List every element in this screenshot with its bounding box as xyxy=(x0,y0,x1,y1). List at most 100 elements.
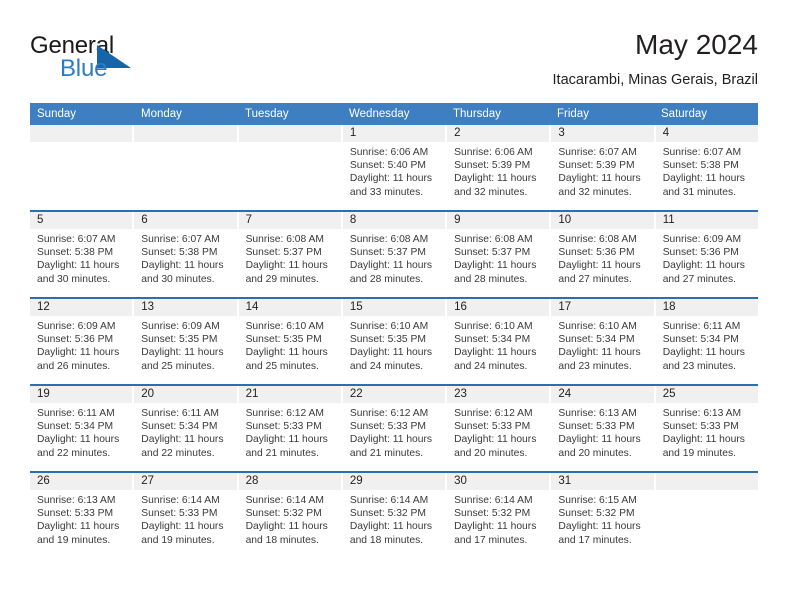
day-sun-info: Sunrise: 6:09 AM Sunset: 5:36 PM Daylight:… xyxy=(30,316,132,373)
day-cell[interactable]: 18 Sunrise: 6:11 AM Sunset: 5:34 PM Dayligh… xyxy=(655,299,758,384)
day-sunrise-text: Sunrise: 6:09 AM xyxy=(37,321,116,332)
day-sunset-text: Sunset: 5:34 PM xyxy=(558,334,635,346)
title-block: May 2024 Itacarambi, Minas Gerais, Brazi… xyxy=(553,28,758,90)
day-daylight1-text: Daylight: 11 hours xyxy=(245,434,328,446)
day-cell[interactable]: 22 Sunrise: 6:12 AM Sunset: 5:33 PM Dayligh… xyxy=(342,386,448,471)
day-cell[interactable]: 3 Sunrise: 6:07 AM Sunset: 5:39 PM Daylight… xyxy=(551,125,656,210)
day-sunrise-text: Sunrise: 6:14 AM xyxy=(454,495,533,506)
day-cell[interactable]: 27 Sunrise: 6:14 AM Sunset: 5:33 PM Dayligh… xyxy=(134,473,239,558)
weekday-header-wednesday: Wednesday xyxy=(349,108,410,120)
day-cell[interactable]: 20 Sunrise: 6:11 AM Sunset: 5:34 PM Dayligh… xyxy=(134,386,239,471)
day-cell[interactable]: 2 Sunrise: 6:06 AM Sunset: 5:39 PM Daylight… xyxy=(447,125,552,210)
day-daylight2-text: and 23 minutes. xyxy=(558,360,632,372)
day-cell[interactable]: 28 Sunrise: 6:14 AM Sunset: 5:32 PM Dayligh… xyxy=(238,473,343,558)
day-cell[interactable]: 7 Sunrise: 6:08 AM Sunset: 5:37 PM Daylight… xyxy=(238,212,343,297)
day-sun-info: Sunrise: 6:12 AM Sunset: 5:33 PM Daylight:… xyxy=(447,403,549,460)
day-daylight1-text: Daylight: 11 hours xyxy=(245,260,328,272)
day-daylight2-text: and 20 minutes. xyxy=(558,447,632,459)
day-cell[interactable]: 23 Sunrise: 6:12 AM Sunset: 5:33 PM Dayligh… xyxy=(447,386,552,471)
day-sunset-text: Sunset: 5:38 PM xyxy=(141,247,218,259)
day-cell[interactable]: 5 Sunrise: 6:07 AM Sunset: 5:38 PM Daylight… xyxy=(30,212,135,297)
day-number: 21 xyxy=(238,386,341,403)
day-sunset-text: Sunset: 5:37 PM xyxy=(245,247,322,259)
day-sunrise-text: Sunrise: 6:13 AM xyxy=(37,495,116,506)
day-cell[interactable]: 14 Sunrise: 6:10 AM Sunset: 5:35 PM Dayligh… xyxy=(238,299,343,384)
day-number: 23 xyxy=(447,386,550,403)
day-cell[interactable]: 25 Sunrise: 6:13 AM Sunset: 5:33 PM Dayligh… xyxy=(655,386,758,471)
day-cell[interactable]: 19 Sunrise: 6:11 AM Sunset: 5:34 PM Dayligh… xyxy=(30,386,135,471)
day-number: 15 xyxy=(342,299,446,316)
day-sun-info: Sunrise: 6:13 AM Sunset: 5:33 PM Daylight:… xyxy=(656,403,758,460)
general-blue-logo[interactable]: General Blue xyxy=(30,32,210,94)
day-sunrise-text: Sunrise: 6:08 AM xyxy=(454,234,533,245)
day-cell[interactable]: 15 Sunrise: 6:10 AM Sunset: 5:35 PM Dayligh… xyxy=(342,299,448,384)
day-cell[interactable]: 4 Sunrise: 6:07 AM Sunset: 5:38 PM Daylight… xyxy=(655,125,758,210)
day-number: 25 xyxy=(655,386,758,403)
day-cell[interactable]: 1 Sunrise: 6:06 AM Sunset: 5:40 PM Daylight… xyxy=(342,125,448,210)
day-sun-info: Sunrise: 6:06 AM Sunset: 5:39 PM Daylight:… xyxy=(447,142,549,199)
day-cell[interactable]: 21 Sunrise: 6:12 AM Sunset: 5:33 PM Dayligh… xyxy=(238,386,343,471)
day-cell[interactable]: 13 Sunrise: 6:09 AM Sunset: 5:35 PM Dayligh… xyxy=(134,299,239,384)
day-sunrise-text: Sunrise: 6:10 AM xyxy=(558,321,637,332)
day-number: 29 xyxy=(342,473,446,490)
day-sunrise-text: Sunrise: 6:15 AM xyxy=(558,495,637,506)
day-sun-info: Sunrise: 6:09 AM Sunset: 5:36 PM Daylight:… xyxy=(656,229,758,286)
day-daylight1-text: Daylight: 11 hours xyxy=(662,173,745,185)
day-sunset-text: Sunset: 5:35 PM xyxy=(349,334,426,346)
day-number: 1 xyxy=(342,125,446,142)
week-row: 19 Sunrise: 6:11 AM Sunset: 5:34 PM Dayligh… xyxy=(30,384,758,471)
day-cell-empty xyxy=(30,125,135,210)
day-sunrise-text: Sunrise: 6:07 AM xyxy=(558,147,637,158)
day-number: 20 xyxy=(134,386,237,403)
day-daylight2-text: and 27 minutes. xyxy=(558,273,632,285)
day-cell[interactable]: 11 Sunrise: 6:09 AM Sunset: 5:36 PM Dayligh… xyxy=(655,212,758,297)
day-cell[interactable]: 24 Sunrise: 6:13 AM Sunset: 5:33 PM Dayligh… xyxy=(551,386,656,471)
day-sunrise-text: Sunrise: 6:13 AM xyxy=(558,408,637,419)
day-cell[interactable]: 12 Sunrise: 6:09 AM Sunset: 5:36 PM Dayligh… xyxy=(30,299,135,384)
day-sunset-text: Sunset: 5:37 PM xyxy=(454,247,531,259)
day-sunrise-text: Sunrise: 6:11 AM xyxy=(662,321,741,332)
day-number xyxy=(134,125,237,142)
day-daylight1-text: Daylight: 11 hours xyxy=(454,173,537,185)
day-cell[interactable]: 10 Sunrise: 6:08 AM Sunset: 5:36 PM Dayligh… xyxy=(551,212,656,297)
day-daylight2-text: and 28 minutes. xyxy=(349,273,424,285)
week-row: 1 Sunrise: 6:06 AM Sunset: 5:40 PM Daylight… xyxy=(30,125,758,210)
day-sunset-text: Sunset: 5:38 PM xyxy=(37,247,114,259)
day-daylight1-text: Daylight: 11 hours xyxy=(662,434,745,446)
day-daylight1-text: Daylight: 11 hours xyxy=(349,260,433,272)
day-daylight2-text: and 18 minutes. xyxy=(245,534,319,546)
day-sunset-text: Sunset: 5:32 PM xyxy=(558,508,635,520)
day-sun-info: Sunrise: 6:08 AM Sunset: 5:37 PM Daylight:… xyxy=(343,229,445,286)
day-sun-info: Sunrise: 6:13 AM Sunset: 5:33 PM Daylight:… xyxy=(30,490,132,547)
day-cell[interactable]: 29 Sunrise: 6:14 AM Sunset: 5:32 PM Dayligh… xyxy=(342,473,448,558)
day-number: 12 xyxy=(30,299,133,316)
day-daylight2-text: and 22 minutes. xyxy=(37,447,111,459)
day-daylight1-text: Daylight: 11 hours xyxy=(349,434,433,446)
day-number: 30 xyxy=(447,473,550,490)
day-cell[interactable]: 17 Sunrise: 6:10 AM Sunset: 5:34 PM Dayligh… xyxy=(551,299,656,384)
day-daylight1-text: Daylight: 11 hours xyxy=(245,521,328,533)
day-cell[interactable]: 31 Sunrise: 6:15 AM Sunset: 5:32 PM Dayligh… xyxy=(551,473,656,558)
day-daylight1-text: Daylight: 11 hours xyxy=(141,434,224,446)
day-sunset-text: Sunset: 5:39 PM xyxy=(558,160,635,172)
day-cell[interactable]: 6 Sunrise: 6:07 AM Sunset: 5:38 PM Daylight… xyxy=(134,212,239,297)
day-sunset-text: Sunset: 5:32 PM xyxy=(454,508,531,520)
day-daylight2-text: and 21 minutes. xyxy=(349,447,424,459)
day-number: 19 xyxy=(30,386,133,403)
day-sunset-text: Sunset: 5:33 PM xyxy=(349,421,426,433)
day-daylight2-text: and 18 minutes. xyxy=(349,534,424,546)
week-row: 12 Sunrise: 6:09 AM Sunset: 5:36 PM Dayligh… xyxy=(30,297,758,384)
day-cell[interactable]: 26 Sunrise: 6:13 AM Sunset: 5:33 PM Dayligh… xyxy=(30,473,135,558)
day-daylight2-text: and 28 minutes. xyxy=(454,273,528,285)
day-cell[interactable]: 16 Sunrise: 6:10 AM Sunset: 5:34 PM Dayligh… xyxy=(447,299,552,384)
day-sunset-text: Sunset: 5:39 PM xyxy=(454,160,531,172)
page-header: General Blue May 2024 Itacarambi, Minas … xyxy=(30,28,758,96)
day-sunrise-text: Sunrise: 6:14 AM xyxy=(349,495,429,506)
day-sunrise-text: Sunrise: 6:12 AM xyxy=(245,408,324,419)
logo-text-blue: Blue xyxy=(60,55,108,82)
day-cell[interactable]: 9 Sunrise: 6:08 AM Sunset: 5:37 PM Daylight… xyxy=(447,212,552,297)
day-sunrise-text: Sunrise: 6:08 AM xyxy=(558,234,637,245)
day-cell[interactable]: 30 Sunrise: 6:14 AM Sunset: 5:32 PM Dayligh… xyxy=(447,473,552,558)
day-sunrise-text: Sunrise: 6:08 AM xyxy=(245,234,324,245)
day-cell[interactable]: 8 Sunrise: 6:08 AM Sunset: 5:37 PM Daylight… xyxy=(342,212,448,297)
